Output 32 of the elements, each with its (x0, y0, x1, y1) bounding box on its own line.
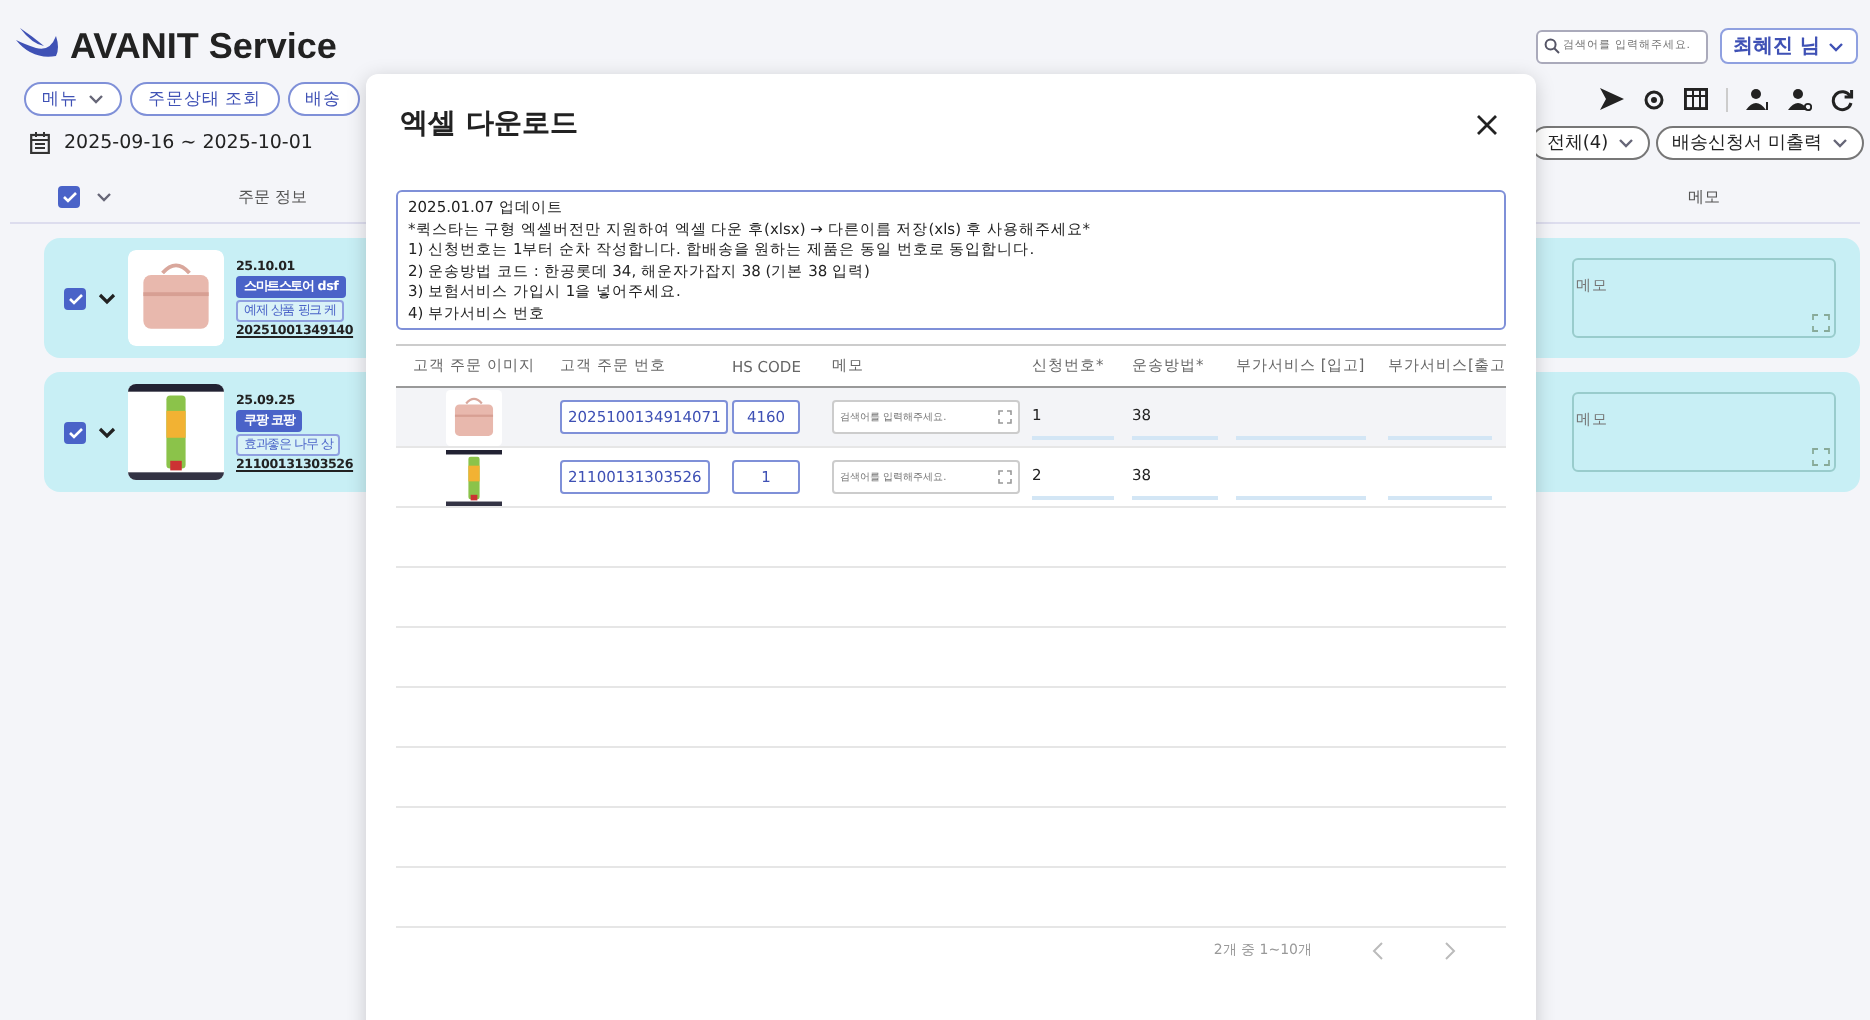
refresh-icon[interactable] (1830, 87, 1854, 111)
dialog-title: 엑셀 다운로드 (400, 106, 578, 142)
caret-icon (96, 189, 112, 203)
user-icon[interactable] (1788, 87, 1812, 111)
menu-button[interactable]: 메뉴 (24, 82, 122, 116)
tube-drawing (444, 449, 504, 505)
close-icon[interactable] (1476, 113, 1498, 135)
checkbox[interactable] (64, 287, 86, 309)
date-range[interactable]: 2025-09-16 ~ 2025-10-01 (64, 132, 313, 154)
app-title: AVANIT Service (70, 25, 337, 67)
checkbox[interactable] (58, 185, 80, 207)
column-header: 주문 정보 (238, 185, 308, 207)
user-icon[interactable] (1746, 87, 1770, 111)
filter-dropdown[interactable]: 배송신청서 미출력 (1656, 126, 1864, 160)
calendar-icon (30, 132, 50, 154)
column-header: 메모 (1688, 185, 1720, 207)
suitcase-drawing (128, 250, 224, 346)
table-icon[interactable] (1684, 88, 1708, 110)
menu-button[interactable]: 배송 (287, 82, 360, 116)
send-icon[interactable] (1600, 88, 1624, 110)
menu-button[interactable]: 주문상태 조회 (130, 82, 280, 116)
chevron-icon[interactable] (98, 291, 116, 305)
checkbox[interactable] (64, 421, 86, 443)
tube-drawing (128, 384, 224, 480)
caret-icon (88, 92, 104, 106)
search-icon (1543, 38, 1560, 54)
caret-icon (1618, 136, 1635, 150)
caret-icon (1832, 136, 1848, 150)
caret-icon (1828, 39, 1844, 53)
user-menu-button[interactable]: 최혜진 님 (1719, 28, 1858, 64)
chevron-icon[interactable] (98, 425, 116, 439)
filter-dropdown[interactable]: 전체(4) (1530, 126, 1651, 160)
